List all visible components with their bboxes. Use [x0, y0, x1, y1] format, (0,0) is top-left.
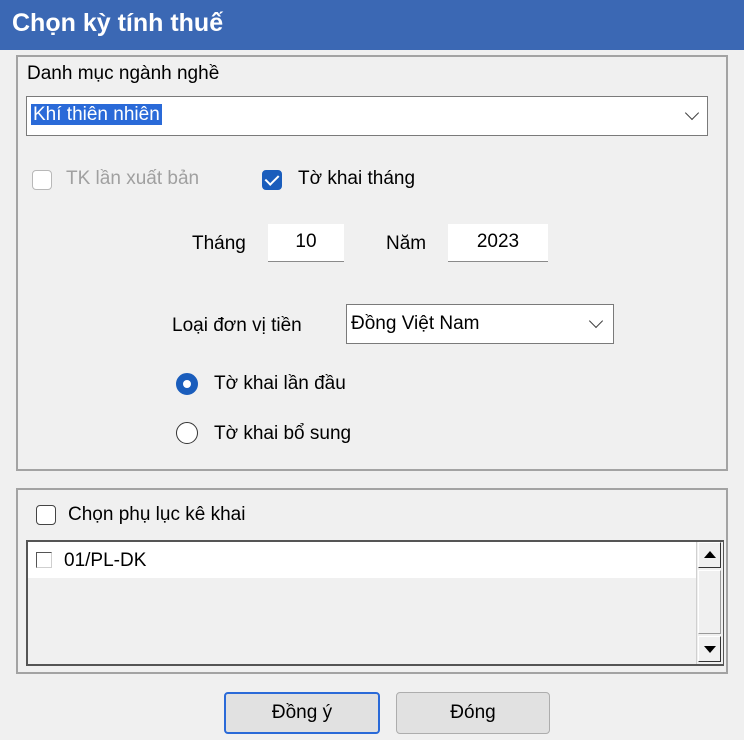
chevron-down-icon — [588, 313, 604, 329]
list-item-label: 01/PL-DK — [64, 550, 147, 571]
year-field[interactable]: 2023 — [448, 224, 548, 262]
monthly-label: Tờ khai tháng — [298, 168, 416, 189]
supplementary-declaration-radio[interactable] — [176, 422, 198, 444]
monthly-checkbox[interactable] — [262, 170, 282, 190]
ok-button[interactable]: Đồng ý — [224, 692, 380, 734]
arrow-down-icon — [704, 646, 716, 653]
reissue-checkbox[interactable] — [32, 170, 52, 190]
scroll-up-button[interactable] — [698, 542, 721, 568]
month-label: Tháng — [192, 233, 246, 254]
window-title: Chọn kỳ tính thuế — [12, 9, 224, 37]
close-button[interactable]: Đóng — [396, 692, 550, 734]
industry-dropdown[interactable]: Khí thiên nhiên — [26, 96, 708, 136]
appendix-checkbox[interactable] — [36, 505, 56, 525]
first-declaration-label: Tờ khai lần đầu — [214, 373, 346, 394]
appendix-label: Chọn phụ lục kê khai — [68, 504, 246, 525]
checkmark-icon — [264, 171, 280, 186]
currency-label: Loại đơn vị tiền — [172, 315, 302, 336]
list-item-checkbox[interactable] — [36, 552, 52, 568]
list-item[interactable]: 01/PL-DK — [28, 542, 696, 578]
chevron-down-icon — [684, 105, 700, 121]
supplementary-declaration-label: Tờ khai bổ sung — [214, 423, 352, 444]
industry-label: Danh mục ngành nghề — [27, 63, 220, 84]
currency-selected: Đồng Việt Nam — [351, 313, 480, 334]
month-field[interactable]: 10 — [268, 224, 344, 262]
title-bar: Chọn kỳ tính thuế — [0, 0, 744, 50]
reissue-label: TK lần xuất bản — [66, 168, 200, 189]
scroll-thumb[interactable] — [698, 570, 721, 634]
year-label: Năm — [386, 233, 427, 254]
vertical-scrollbar[interactable] — [696, 542, 723, 664]
industry-selected: Khí thiên nhiên — [30, 103, 163, 126]
first-declaration-radio[interactable] — [176, 373, 198, 395]
scroll-down-button[interactable] — [698, 636, 721, 662]
appendix-list[interactable]: 01/PL-DK — [26, 540, 724, 666]
currency-dropdown[interactable]: Đồng Việt Nam — [346, 304, 614, 344]
arrow-up-icon — [704, 551, 716, 558]
